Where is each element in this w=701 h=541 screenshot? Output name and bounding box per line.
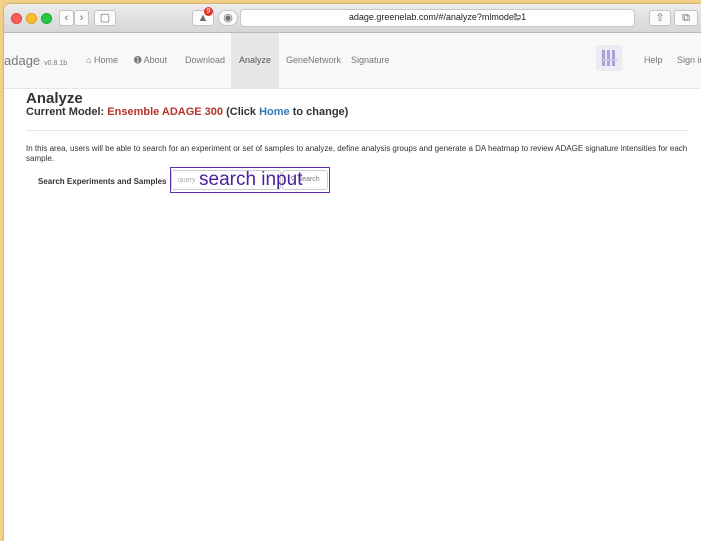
- reader-icon[interactable]: ◉: [218, 10, 238, 26]
- model-home-link[interactable]: Home: [259, 106, 290, 118]
- zoom-window-button[interactable]: [41, 13, 52, 24]
- home-icon: ⌂: [86, 55, 92, 65]
- nav-signature[interactable]: Signature: [351, 33, 390, 88]
- site-navbar: adage v0.8.1b ⌂ Home ➊ About Download Ana…: [4, 33, 701, 89]
- page-title: Analyze: [26, 90, 83, 107]
- model-prefix: Current Model:: [26, 106, 108, 118]
- nav-genenetwork[interactable]: GeneNetwork: [286, 33, 341, 88]
- description-text: In this area, users will be able to sear…: [26, 144, 688, 163]
- minimize-window-button[interactable]: [26, 13, 37, 24]
- forward-button[interactable]: ›: [74, 10, 89, 26]
- search-label: Search Experiments and Samples: [38, 177, 167, 186]
- share-button[interactable]: ⇧: [649, 10, 671, 26]
- model-name: Ensemble ADAGE 300: [107, 106, 224, 118]
- annotation-label: search input: [199, 169, 303, 190]
- model-click-text: (Click: [223, 106, 260, 118]
- address-bar[interactable]: adage.greenelab.com/#/analyze?mlmodel=1 …: [240, 9, 635, 27]
- nav-about[interactable]: ➊ About: [134, 33, 167, 88]
- brand-name: adage: [4, 53, 41, 68]
- divider: [26, 130, 688, 131]
- notification-badge: 9: [204, 7, 213, 16]
- browser-toolbar: ‹ › ▢ ▲ 9 ◉ adage.greenelab.com/#/analyz…: [4, 4, 701, 33]
- model-suffix: to change): [289, 106, 349, 118]
- version-label: v0.8.1b: [44, 60, 68, 67]
- tabs-button[interactable]: ⧉: [674, 10, 698, 26]
- nav-download[interactable]: Download: [185, 33, 225, 88]
- extension-button[interactable]: ▲ 9: [192, 7, 214, 26]
- brand-link[interactable]: adage v0.8.1b: [4, 53, 67, 68]
- heatmap-icon[interactable]: [596, 45, 622, 71]
- annotation-box: search input: [170, 167, 330, 193]
- sidebar-toggle-button[interactable]: ▢: [94, 10, 116, 26]
- nav-home[interactable]: ⌂ Home: [86, 33, 118, 88]
- url-text: adage.greenelab.com/#/analyze?mlmodel=1: [348, 12, 527, 22]
- nav-analyze[interactable]: Analyze: [231, 33, 280, 88]
- back-button[interactable]: ‹: [59, 10, 74, 26]
- nav-help[interactable]: Help: [644, 33, 663, 88]
- info-icon: ➊: [134, 55, 142, 65]
- nav-home-label: Home: [93, 55, 118, 65]
- browser-window: ‹ › ▢ ▲ 9 ◉ adage.greenelab.com/#/analyz…: [4, 4, 701, 541]
- nav-about-label: About: [143, 55, 168, 65]
- current-model: Current Model: Ensemble ADAGE 300 (Click…: [26, 106, 348, 118]
- nav-signin[interactable]: Sign in: [677, 33, 701, 88]
- reload-icon[interactable]: ↻: [513, 11, 522, 24]
- close-window-button[interactable]: [11, 13, 22, 24]
